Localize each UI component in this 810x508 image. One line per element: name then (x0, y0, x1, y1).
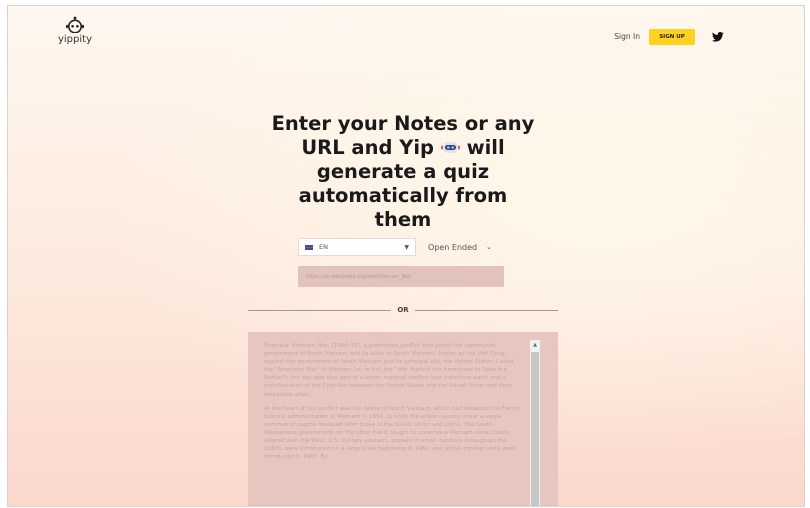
sign-up-button[interactable]: SIGN UP (649, 28, 695, 45)
title-line-4: automatically from (298, 184, 508, 207)
divider-line-left (248, 309, 392, 311)
title-line-1: Enter your Notes or any (271, 112, 535, 135)
robot-logo-icon (66, 16, 84, 33)
language-value: EN (319, 243, 328, 251)
brand-logo[interactable]: yippity (55, 16, 95, 45)
or-divider: OR (248, 306, 558, 314)
brand-name: yippity (57, 34, 92, 45)
chevron-down-icon: ⌄ (486, 243, 492, 251)
uk-flag-icon (305, 244, 313, 250)
notes-textarea[interactable]: Example: Vietnam War, (1954–75), a protr… (248, 332, 558, 506)
page-title: Enter your Notes or any URL and Yip will… (258, 112, 548, 232)
url-input[interactable] (298, 266, 504, 287)
scroll-up-icon[interactable]: ▲ (530, 340, 540, 350)
question-type-select[interactable]: Open Ended ⌄ (428, 243, 492, 252)
notes-paragraph: Example: Vietnam War, (1954–75), a protr… (264, 343, 514, 398)
divider-line-right (414, 309, 558, 311)
caret-down-icon: ▼ (404, 243, 409, 251)
robot-face-emoji (440, 142, 460, 153)
title-line-5: them (374, 208, 432, 231)
scrollbar-thumb[interactable] (531, 352, 539, 506)
divider-text: OR (397, 306, 409, 314)
sign-in-link[interactable]: Sign In (614, 32, 640, 41)
twitter-icon[interactable] (711, 27, 724, 46)
title-line-2: URL and Yip will (301, 136, 505, 159)
language-select[interactable]: EN ▼ (298, 238, 416, 256)
notes-paragraph: At the heart of the conflict was the des… (264, 405, 521, 461)
title-line-3: generate a quiz (316, 160, 490, 183)
top-nav: Sign In SIGN UP (614, 27, 724, 46)
notes-scrollbar[interactable]: ▲ (530, 340, 540, 506)
page-frame: yippity Sign In SIGN UP Enter your Notes… (7, 5, 805, 507)
quiz-options: EN ▼ Open Ended ⌄ (298, 238, 492, 256)
question-type-value: Open Ended (428, 242, 478, 252)
